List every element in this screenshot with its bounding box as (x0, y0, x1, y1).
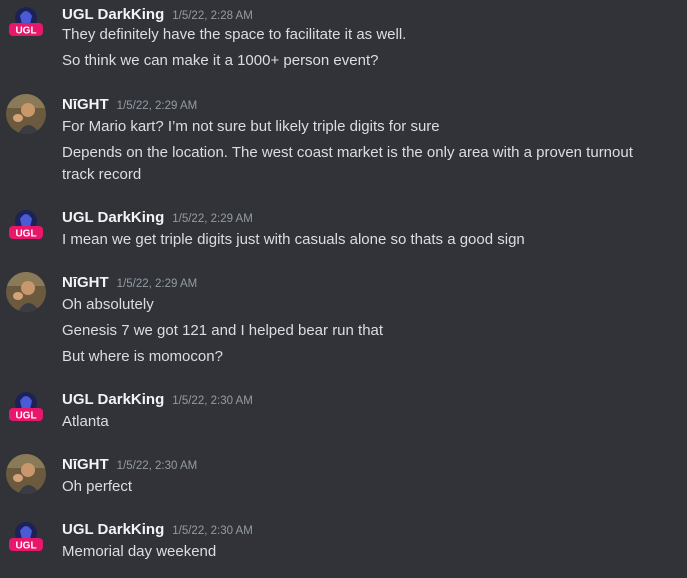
message-header: UGL DarkKing 1/5/22, 2:28 AM (62, 4, 253, 26)
avatar[interactable] (6, 272, 46, 312)
message-header: UGL DarkKing 1/5/22, 2:29 AM (62, 207, 253, 229)
message-text: Memorial day weekend (62, 543, 217, 560)
avatar[interactable] (6, 94, 46, 134)
message-text: But where is momocon? (62, 348, 223, 365)
message-header: NīGHT 1/5/22, 2:29 AM (62, 272, 197, 294)
username[interactable]: UGL DarkKing (62, 207, 164, 229)
avatar[interactable] (6, 454, 46, 494)
message-text: They definitely have the space to facili… (62, 26, 407, 43)
timestamp[interactable]: 1/5/22, 2:29 AM (117, 273, 198, 295)
timestamp[interactable]: 1/5/22, 2:30 AM (117, 455, 198, 477)
avatar[interactable]: UGL (6, 519, 46, 559)
user-photo-icon (6, 272, 46, 312)
message-text: Oh perfect (62, 478, 133, 495)
message-text: Atlanta (62, 413, 109, 430)
message-text: For Mario kart? I’m not sure but likely … (62, 118, 440, 135)
message-header: UGL DarkKing 1/5/22, 2:30 AM (62, 389, 253, 411)
username[interactable]: UGL DarkKing (62, 4, 164, 26)
timestamp[interactable]: 1/5/22, 2:29 AM (172, 208, 253, 230)
avatar[interactable]: UGL (6, 207, 46, 247)
ugl-logo-icon: UGL (6, 4, 46, 44)
username[interactable]: NīGHT (62, 94, 109, 116)
timestamp[interactable]: 1/5/22, 2:30 AM (172, 390, 253, 412)
ugl-logo-icon: UGL (6, 519, 46, 559)
avatar-text: UGL (15, 411, 36, 422)
avatar-text: UGL (15, 26, 36, 37)
message-header: NīGHT 1/5/22, 2:29 AM (62, 94, 197, 116)
avatar-text: UGL (15, 541, 36, 552)
timestamp[interactable]: 1/5/22, 2:29 AM (117, 95, 198, 117)
user-photo-icon (6, 94, 46, 134)
ugl-logo-icon: UGL (6, 389, 46, 429)
avatar[interactable]: UGL (6, 4, 46, 44)
username[interactable]: UGL DarkKing (62, 519, 164, 541)
username[interactable]: NīGHT (62, 454, 109, 476)
message-text: Genesis 7 we got 121 and I helped bear r… (62, 322, 384, 339)
ugl-logo-icon: UGL (6, 207, 46, 247)
message-text: Depends on the location. The west coast … (62, 144, 633, 161)
message-text: I mean we get triple digits just with ca… (62, 231, 525, 248)
username[interactable]: NīGHT (62, 272, 109, 294)
avatar-text: UGL (15, 229, 36, 240)
message-header: UGL DarkKing 1/5/22, 2:30 AM (62, 519, 253, 541)
message-text: track record (62, 166, 142, 183)
message-text: So think we can make it a 1000+ person e… (62, 52, 379, 69)
user-photo-icon (6, 454, 46, 494)
message-header: NīGHT 1/5/22, 2:30 AM (62, 454, 197, 476)
username[interactable]: UGL DarkKing (62, 389, 164, 411)
timestamp[interactable]: 1/5/22, 2:30 AM (172, 520, 253, 542)
avatar[interactable]: UGL (6, 389, 46, 429)
message-text: Oh absolutely (62, 296, 154, 313)
